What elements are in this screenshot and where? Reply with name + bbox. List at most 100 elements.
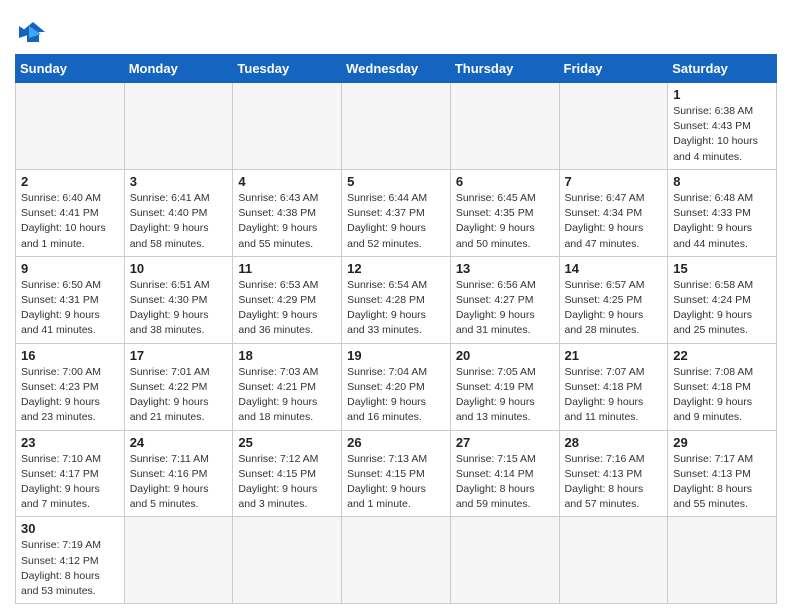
- date-number: 20: [456, 348, 554, 363]
- cell-info: Sunrise: 7:11 AM Sunset: 4:16 PM Dayligh…: [130, 452, 228, 513]
- cell-info: Sunrise: 7:17 AM Sunset: 4:13 PM Dayligh…: [673, 452, 771, 513]
- cell-info: Sunrise: 6:54 AM Sunset: 4:28 PM Dayligh…: [347, 278, 445, 339]
- cell-info: Sunrise: 6:53 AM Sunset: 4:29 PM Dayligh…: [238, 278, 336, 339]
- calendar-cell: 10Sunrise: 6:51 AM Sunset: 4:30 PM Dayli…: [124, 256, 233, 343]
- calendar-cell: 13 Sunrise: 6:56 AM Sunset: 4:27 PM Dayli…: [450, 256, 559, 343]
- calendar-cell: 16 Sunrise: 7:00 AM Sunset: 4:23 PM Dayli…: [16, 343, 125, 430]
- calendar-cell: [233, 83, 342, 170]
- date-number: 28: [565, 435, 663, 450]
- cell-info: Sunrise: 6:56 AM Sunset: 4:27 PM Dayligh…: [456, 278, 554, 339]
- date-number: 30: [21, 521, 119, 536]
- calendar-cell: 3 Sunrise: 6:41 AM Sunset: 4:40 PM Daylig…: [124, 169, 233, 256]
- cell-info: Sunrise: 7:16 AM Sunset: 4:13 PM Dayligh…: [565, 452, 663, 513]
- cell-info: Sunrise: 7:08 AM Sunset: 4:18 PM Dayligh…: [673, 365, 771, 426]
- date-number: 27: [456, 435, 554, 450]
- calendar-cell: 30Sunrise: 7:19 AM Sunset: 4:12 PM Dayli…: [16, 517, 125, 604]
- date-number: 13: [456, 261, 554, 276]
- cell-info: Sunrise: 7:01 AM Sunset: 4:22 PM Dayligh…: [130, 365, 228, 426]
- calendar-cell: 11Sunrise: 6:53 AM Sunset: 4:29 PM Dayli…: [233, 256, 342, 343]
- calendar-cell: [668, 517, 777, 604]
- calendar-cell: [559, 83, 668, 170]
- calendar-cell: [342, 83, 451, 170]
- weekday-header: Tuesday: [233, 55, 342, 83]
- cell-info: Sunrise: 7:05 AM Sunset: 4:19 PM Dayligh…: [456, 365, 554, 426]
- calendar-cell: 6 Sunrise: 6:45 AM Sunset: 4:35 PM Daylig…: [450, 169, 559, 256]
- weekday-header: Sunday: [16, 55, 125, 83]
- cell-info: Sunrise: 6:41 AM Sunset: 4:40 PM Dayligh…: [130, 191, 228, 252]
- cell-info: Sunrise: 7:07 AM Sunset: 4:18 PM Dayligh…: [565, 365, 663, 426]
- weekday-header: Friday: [559, 55, 668, 83]
- calendar-cell: 28 Sunrise: 7:16 AM Sunset: 4:13 PM Dayli…: [559, 430, 668, 517]
- weekday-header: Monday: [124, 55, 233, 83]
- cell-info: Sunrise: 7:13 AM Sunset: 4:15 PM Dayligh…: [347, 452, 445, 513]
- cell-info: Sunrise: 6:45 AM Sunset: 4:35 PM Dayligh…: [456, 191, 554, 252]
- cell-info: Sunrise: 6:48 AM Sunset: 4:33 PM Dayligh…: [673, 191, 771, 252]
- page-header: [15, 10, 777, 46]
- calendar-cell: 4 Sunrise: 6:43 AM Sunset: 4:38 PM Daylig…: [233, 169, 342, 256]
- calendar-cell: 12Sunrise: 6:54 AM Sunset: 4:28 PM Dayli…: [342, 256, 451, 343]
- cell-info: Sunrise: 6:44 AM Sunset: 4:37 PM Dayligh…: [347, 191, 445, 252]
- calendar-cell: 7Sunrise: 6:47 AM Sunset: 4:34 PM Daylig…: [559, 169, 668, 256]
- cell-info: Sunrise: 6:38 AM Sunset: 4:43 PM Dayligh…: [673, 104, 771, 165]
- cell-info: Sunrise: 7:12 AM Sunset: 4:15 PM Dayligh…: [238, 452, 336, 513]
- date-number: 4: [238, 174, 336, 189]
- calendar-week-row: 9 Sunrise: 6:50 AM Sunset: 4:31 PM Daylig…: [16, 256, 777, 343]
- calendar-cell: 21 Sunrise: 7:07 AM Sunset: 4:18 PM Dayli…: [559, 343, 668, 430]
- date-number: 19: [347, 348, 445, 363]
- date-number: 14: [565, 261, 663, 276]
- calendar-cell: [342, 517, 451, 604]
- date-number: 9: [21, 261, 119, 276]
- calendar-cell: 23 Sunrise: 7:10 AM Sunset: 4:17 PM Dayli…: [16, 430, 125, 517]
- calendar-cell: [233, 517, 342, 604]
- date-number: 2: [21, 174, 119, 189]
- calendar-week-row: 2 Sunrise: 6:40 AM Sunset: 4:41 PM Daylig…: [16, 169, 777, 256]
- date-number: 26: [347, 435, 445, 450]
- cell-info: Sunrise: 6:57 AM Sunset: 4:25 PM Dayligh…: [565, 278, 663, 339]
- logo: [15, 18, 55, 46]
- cell-info: Sunrise: 7:03 AM Sunset: 4:21 PM Dayligh…: [238, 365, 336, 426]
- calendar-cell: 9 Sunrise: 6:50 AM Sunset: 4:31 PM Daylig…: [16, 256, 125, 343]
- calendar-cell: [450, 517, 559, 604]
- date-number: 22: [673, 348, 771, 363]
- date-number: 17: [130, 348, 228, 363]
- calendar-body: 1 Sunrise: 6:38 AM Sunset: 4:43 PM Daylig…: [16, 83, 777, 604]
- weekday-header: Thursday: [450, 55, 559, 83]
- calendar-cell: 8 Sunrise: 6:48 AM Sunset: 4:33 PM Daylig…: [668, 169, 777, 256]
- cell-info: Sunrise: 6:47 AM Sunset: 4:34 PM Dayligh…: [565, 191, 663, 252]
- calendar-cell: 1 Sunrise: 6:38 AM Sunset: 4:43 PM Daylig…: [668, 83, 777, 170]
- calendar-cell: 25 Sunrise: 7:12 AM Sunset: 4:15 PM Dayli…: [233, 430, 342, 517]
- calendar-cell: 22 Sunrise: 7:08 AM Sunset: 4:18 PM Dayli…: [668, 343, 777, 430]
- calendar-cell: 17 Sunrise: 7:01 AM Sunset: 4:22 PM Dayli…: [124, 343, 233, 430]
- calendar-cell: [559, 517, 668, 604]
- cell-info: Sunrise: 7:00 AM Sunset: 4:23 PM Dayligh…: [21, 365, 119, 426]
- calendar-cell: 29 Sunrise: 7:17 AM Sunset: 4:13 PM Dayli…: [668, 430, 777, 517]
- date-number: 25: [238, 435, 336, 450]
- date-number: 1: [673, 87, 771, 102]
- cell-info: Sunrise: 7:10 AM Sunset: 4:17 PM Dayligh…: [21, 452, 119, 513]
- calendar-cell: 2 Sunrise: 6:40 AM Sunset: 4:41 PM Daylig…: [16, 169, 125, 256]
- calendar-cell: [124, 517, 233, 604]
- calendar-cell: 27Sunrise: 7:15 AM Sunset: 4:14 PM Dayli…: [450, 430, 559, 517]
- date-number: 18: [238, 348, 336, 363]
- date-number: 21: [565, 348, 663, 363]
- weekday-header: Wednesday: [342, 55, 451, 83]
- calendar-week-row: 16 Sunrise: 7:00 AM Sunset: 4:23 PM Dayli…: [16, 343, 777, 430]
- date-number: 29: [673, 435, 771, 450]
- calendar-week-row: 30Sunrise: 7:19 AM Sunset: 4:12 PM Dayli…: [16, 517, 777, 604]
- date-number: 15: [673, 261, 771, 276]
- date-number: 8: [673, 174, 771, 189]
- calendar-table: SundayMondayTuesdayWednesdayThursdayFrid…: [15, 54, 777, 604]
- cell-info: Sunrise: 6:58 AM Sunset: 4:24 PM Dayligh…: [673, 278, 771, 339]
- cell-info: Sunrise: 7:04 AM Sunset: 4:20 PM Dayligh…: [347, 365, 445, 426]
- date-number: 16: [21, 348, 119, 363]
- cell-info: Sunrise: 6:50 AM Sunset: 4:31 PM Dayligh…: [21, 278, 119, 339]
- date-number: 10: [130, 261, 228, 276]
- cell-info: Sunrise: 6:40 AM Sunset: 4:41 PM Dayligh…: [21, 191, 119, 252]
- calendar-cell: 18 Sunrise: 7:03 AM Sunset: 4:21 PM Dayli…: [233, 343, 342, 430]
- calendar-cell: 14 Sunrise: 6:57 AM Sunset: 4:25 PM Dayli…: [559, 256, 668, 343]
- cell-info: Sunrise: 6:43 AM Sunset: 4:38 PM Dayligh…: [238, 191, 336, 252]
- date-number: 3: [130, 174, 228, 189]
- date-number: 23: [21, 435, 119, 450]
- date-number: 6: [456, 174, 554, 189]
- date-number: 5: [347, 174, 445, 189]
